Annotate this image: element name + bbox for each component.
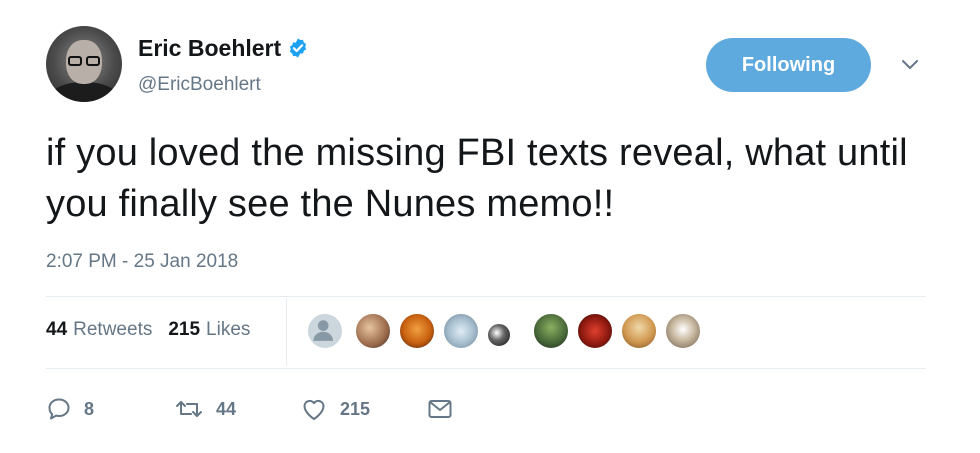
reply-count: 8 (84, 398, 95, 419)
stats-separator (286, 298, 287, 366)
retweet-action[interactable]: 44 (174, 394, 236, 424)
retweets-label: Retweets (73, 319, 153, 340)
divider-top (46, 296, 926, 297)
tweet-timestamp[interactable]: 2:07 PM - 25 Jan 2018 (46, 250, 238, 274)
likes-count: 215 (168, 319, 201, 340)
reply-action[interactable]: 8 (46, 394, 94, 424)
heart-icon (303, 399, 325, 420)
like-count: 215 (340, 398, 371, 419)
retweets-count: 44 (46, 319, 68, 340)
liker-avatar-2[interactable] (354, 312, 392, 350)
retweets-stat[interactable]: 44 Retweets (46, 318, 152, 342)
tweet-card: Eric Boehlert @EricBoehlert Following if… (0, 0, 980, 453)
engagement-stats: 44 Retweets 215 Likes (46, 318, 250, 342)
likes-label: Likes (206, 319, 251, 340)
retweet-count: 44 (216, 398, 237, 419)
liker-avatar-6[interactable] (532, 312, 570, 350)
liker-avatar-7[interactable] (576, 312, 614, 350)
tweet-text: if you loved the missing FBI texts revea… (46, 132, 908, 225)
following-button[interactable]: Following (706, 38, 871, 92)
liker-avatar-default[interactable] (306, 312, 344, 350)
liker-avatar-3[interactable] (398, 312, 436, 350)
liker-avatar-5[interactable] (486, 322, 512, 348)
author-avatar[interactable] (46, 26, 122, 102)
envelope-icon (428, 400, 452, 418)
retweet-icon (176, 401, 202, 417)
avatar-body (50, 82, 118, 102)
reply-icon (48, 398, 70, 420)
divider-bottom (46, 368, 926, 369)
direct-message-action[interactable] (426, 394, 454, 424)
author-handle[interactable]: @EricBoehlert (138, 73, 261, 97)
liker-avatar-4[interactable] (442, 312, 480, 350)
avatar-glasses (66, 56, 102, 66)
chevron-down-icon[interactable] (898, 56, 922, 74)
author-display-name[interactable]: Eric Boehlert (138, 34, 281, 62)
liker-avatar-8[interactable] (620, 312, 658, 350)
like-action[interactable]: 215 (300, 394, 370, 424)
verified-badge-icon (290, 38, 307, 58)
likes-stat[interactable]: 215 Likes (168, 318, 250, 342)
liker-avatar-9[interactable] (664, 312, 702, 350)
author-name-row: Eric Boehlert (138, 34, 309, 62)
default-profile-icon (313, 320, 334, 341)
